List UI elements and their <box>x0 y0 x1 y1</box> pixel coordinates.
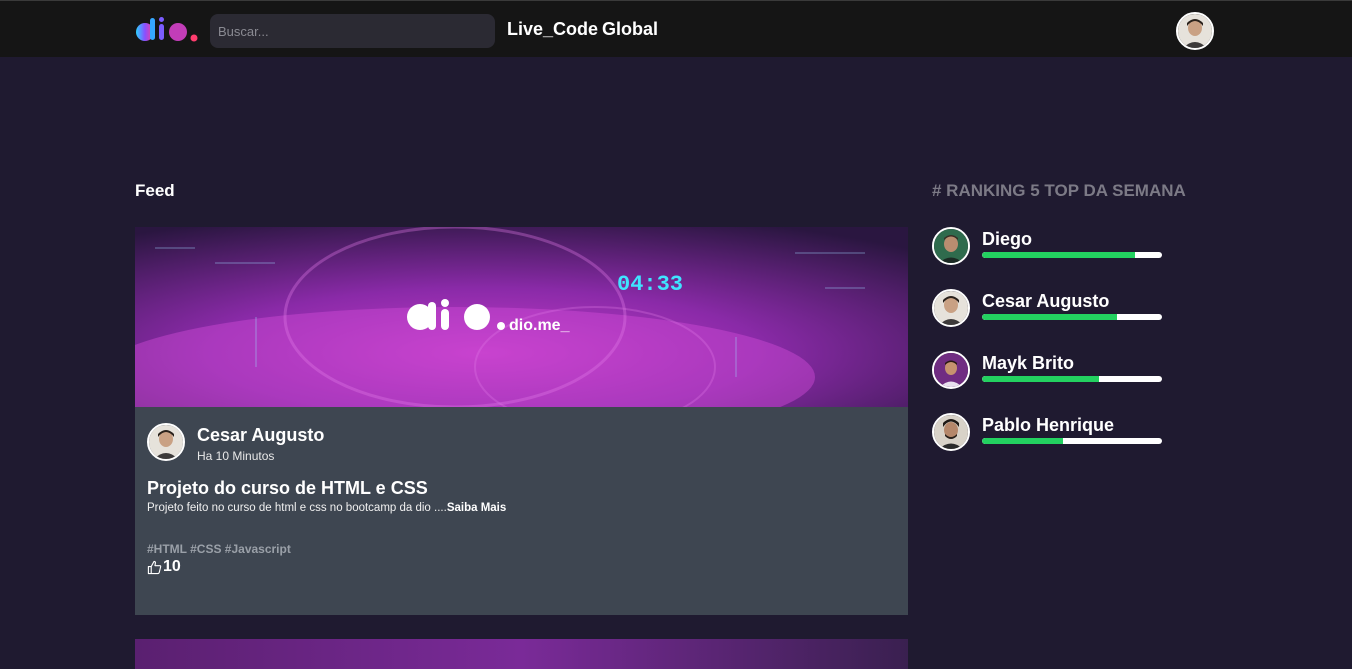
ranking-avatar[interactable] <box>932 413 970 451</box>
banner-text: dio.me_ <box>509 317 571 334</box>
post-banner-image: dio.me_ 04:33 <box>135 227 908 407</box>
ranking-name: Cesar Augusto <box>982 291 1110 311</box>
ranking-title: # RANKING 5 TOP DA SEMANA <box>932 181 1186 200</box>
ranking-progress-bar <box>982 376 1162 382</box>
user-avatar-image <box>1178 14 1212 48</box>
nav-link-live-code[interactable]: Live_Code <box>507 19 598 40</box>
thumbs-up-icon <box>147 560 162 574</box>
ranking-progress-fill <box>982 438 1063 444</box>
post-banner: dio.me_ 04:33 <box>135 227 908 407</box>
ranking-avatar-image <box>934 229 968 263</box>
ranking-item[interactable]: Pablo Henrique <box>932 413 1192 453</box>
post-description-text: Projeto feito no curso de html e css no … <box>147 502 447 514</box>
post-card-next[interactable] <box>135 639 908 669</box>
ranking-progress-fill <box>982 376 1099 382</box>
ranking-item[interactable]: Diego <box>932 227 1192 267</box>
ranking-progress-bar <box>982 438 1162 444</box>
ranking-name: Pablo Henrique <box>982 415 1115 435</box>
search-input[interactable] <box>210 14 495 48</box>
post-author-name[interactable]: Cesar Augusto <box>197 425 324 446</box>
ranking-avatar[interactable] <box>932 227 970 265</box>
post-tags: #HTML #CSS #Javascript <box>147 542 291 556</box>
like-button[interactable]: 10 <box>147 558 181 576</box>
read-more-link[interactable]: Saiba Mais <box>447 502 506 514</box>
user-avatar[interactable] <box>1176 12 1214 50</box>
post-author-avatar-image <box>149 425 183 459</box>
ranking-avatar[interactable] <box>932 351 970 389</box>
post-banner-next <box>135 639 908 669</box>
like-count: 10 <box>163 558 181 575</box>
ranking-avatar-image <box>934 415 968 449</box>
ranking-progress-bar <box>982 252 1162 258</box>
post-description: Projeto feito no curso de html e css no … <box>147 502 506 514</box>
dio-logo[interactable] <box>135 16 199 44</box>
ranking-progress-bar <box>982 314 1162 320</box>
ranking-item[interactable]: Cesar Augusto <box>932 289 1192 329</box>
ranking-progress-fill <box>982 252 1135 258</box>
feed-title: Feed <box>135 181 175 200</box>
ranking-avatar-image <box>934 291 968 325</box>
ranking-name: Diego <box>982 229 1033 249</box>
ranking-progress-fill <box>982 314 1117 320</box>
ranking-avatar-image <box>934 353 968 387</box>
ranking-item[interactable]: Mayk Brito <box>932 351 1192 391</box>
post-card[interactable]: dio.me_ 04:33 Cesar Augusto Ha 10 Minuto… <box>135 227 908 615</box>
post-time: Ha 10 Minutos <box>197 449 275 463</box>
ranking-avatar[interactable] <box>932 289 970 327</box>
nav-link-global[interactable]: Global <box>602 19 658 40</box>
banner-time: 04:33 <box>617 272 683 297</box>
top-navbar: Live_Code Global <box>0 0 1352 57</box>
ranking-name: Mayk Brito <box>982 353 1075 373</box>
post-author-avatar[interactable] <box>147 423 185 461</box>
post-title[interactable]: Projeto do curso de HTML e CSS <box>147 478 428 499</box>
